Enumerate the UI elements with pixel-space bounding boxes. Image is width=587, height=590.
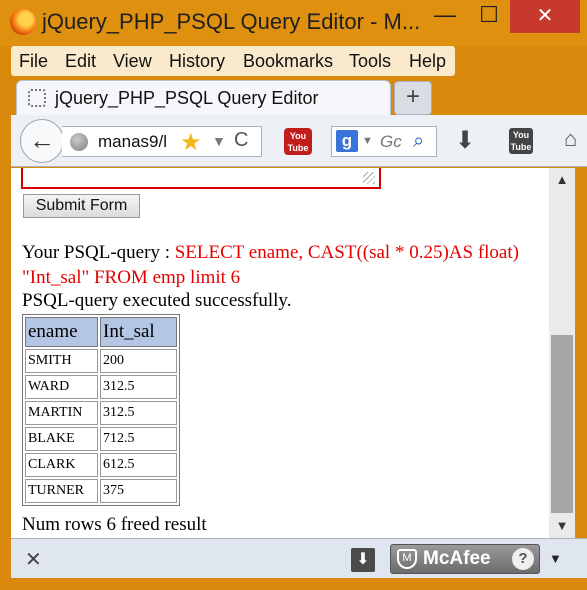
menu-view[interactable]: View: [113, 51, 152, 72]
menu-tools[interactable]: Tools: [349, 51, 391, 72]
close-addon-bar-icon[interactable]: ✕: [25, 547, 42, 572]
google-icon[interactable]: g: [336, 130, 358, 152]
menu-history[interactable]: History: [169, 51, 225, 72]
url-bar[interactable]: manas9/l ★ ▼ C: [62, 126, 262, 157]
table-row: MARTIN 312.5: [25, 401, 177, 425]
mcafee-shield-icon: M: [397, 549, 417, 569]
tab-query-editor[interactable]: jQuery_PHP_PSQL Query Editor: [16, 80, 391, 116]
search-engine-dropdown-icon[interactable]: ▼: [362, 135, 373, 147]
search-bar[interactable]: g ▼ Gc ⌕: [331, 126, 437, 157]
maximize-button[interactable]: ☐: [466, 0, 512, 33]
cell-ename: WARD: [25, 375, 98, 399]
resize-grip-icon[interactable]: [363, 172, 375, 184]
navigation-toolbar: ← manas9/l ★ ▼ C You Tube g ▼ Gc ⌕ ⬇ You…: [11, 115, 587, 167]
back-button[interactable]: ←: [20, 119, 64, 163]
menu-bar: File Edit View History Bookmarks Tools H…: [11, 46, 455, 76]
results-table: ename Int_sal SMITH 200 WARD 312.5 MARTI…: [22, 314, 180, 506]
scroll-up-icon[interactable]: ▲: [549, 172, 575, 187]
minimize-button[interactable]: —: [420, 0, 470, 33]
close-window-button[interactable]: ✕: [510, 0, 580, 33]
download-manager-icon[interactable]: ⬇: [351, 548, 375, 572]
menu-edit[interactable]: Edit: [65, 51, 96, 72]
bookmark-star-icon[interactable]: ★: [180, 128, 202, 157]
mcafee-button[interactable]: M McAfee ?: [390, 544, 540, 574]
cell-int-sal: 312.5: [100, 375, 177, 399]
page-content: Submit Form Your PSQL-query : SELECT ena…: [11, 168, 549, 538]
cell-int-sal: 612.5: [100, 453, 177, 477]
query-textarea[interactable]: [21, 168, 381, 189]
table-row: BLAKE 712.5: [25, 427, 177, 451]
table-row: TURNER 375: [25, 479, 177, 503]
tab-title: jQuery_PHP_PSQL Query Editor: [55, 88, 319, 108]
query-line: Your PSQL-query : SELECT ename, CAST((sa…: [22, 240, 542, 290]
mcafee-dropdown-icon[interactable]: ▼: [549, 551, 562, 566]
table-row: WARD 312.5: [25, 375, 177, 399]
search-icon[interactable]: ⌕: [413, 130, 424, 153]
menu-file[interactable]: File: [19, 51, 48, 72]
cell-ename: TURNER: [25, 479, 98, 503]
page-icon: [28, 89, 46, 107]
submit-form-button[interactable]: Submit Form: [23, 194, 140, 218]
result-footer: Num rows 6 freed result: [22, 514, 207, 535]
cell-ename: SMITH: [25, 349, 98, 373]
addon-bar: ✕ ⬇ M McAfee ? ▼: [11, 538, 587, 578]
cell-ename: MARTIN: [25, 401, 98, 425]
youtube-download-icon[interactable]: You Tube: [509, 128, 533, 154]
menu-help[interactable]: Help: [409, 51, 446, 72]
vertical-scrollbar[interactable]: ▲ ▼: [549, 168, 575, 538]
menu-bookmarks[interactable]: Bookmarks: [243, 51, 333, 72]
help-icon[interactable]: ?: [512, 548, 534, 570]
query-label: Your PSQL-query :: [22, 242, 175, 263]
cell-ename: BLAKE: [25, 427, 98, 451]
home-icon[interactable]: ⌂: [564, 126, 577, 152]
search-input[interactable]: Gc: [380, 132, 402, 152]
scroll-down-icon[interactable]: ▼: [549, 518, 575, 533]
download-icon[interactable]: ⬇: [455, 126, 475, 155]
globe-icon: [70, 133, 88, 151]
column-header-int-sal: Int_sal: [100, 317, 177, 347]
cell-ename: CLARK: [25, 453, 98, 477]
scrollbar-thumb[interactable]: [551, 335, 573, 513]
cell-int-sal: 712.5: [100, 427, 177, 451]
firefox-logo-icon: [10, 9, 36, 35]
cell-int-sal: 200: [100, 349, 177, 373]
cell-int-sal: 375: [100, 479, 177, 503]
url-dropdown-icon[interactable]: ▼: [212, 133, 226, 149]
title-bar: jQuery_PHP_PSQL Query Editor - M... — ☐ …: [0, 0, 587, 46]
query-status: PSQL-query executed successfully.: [22, 290, 292, 311]
mcafee-label: McAfee: [423, 548, 491, 569]
table-header-row: ename Int_sal: [25, 317, 177, 347]
reload-icon[interactable]: C: [234, 129, 248, 152]
new-tab-button[interactable]: +: [394, 81, 432, 115]
window-title: jQuery_PHP_PSQL Query Editor - M...: [42, 9, 421, 34]
table-row: CLARK 612.5: [25, 453, 177, 477]
cell-int-sal: 312.5: [100, 401, 177, 425]
youtube-icon[interactable]: You Tube: [284, 128, 312, 155]
url-text[interactable]: manas9/l: [98, 132, 174, 152]
table-row: SMITH 200: [25, 349, 177, 373]
column-header-ename: ename: [25, 317, 98, 347]
